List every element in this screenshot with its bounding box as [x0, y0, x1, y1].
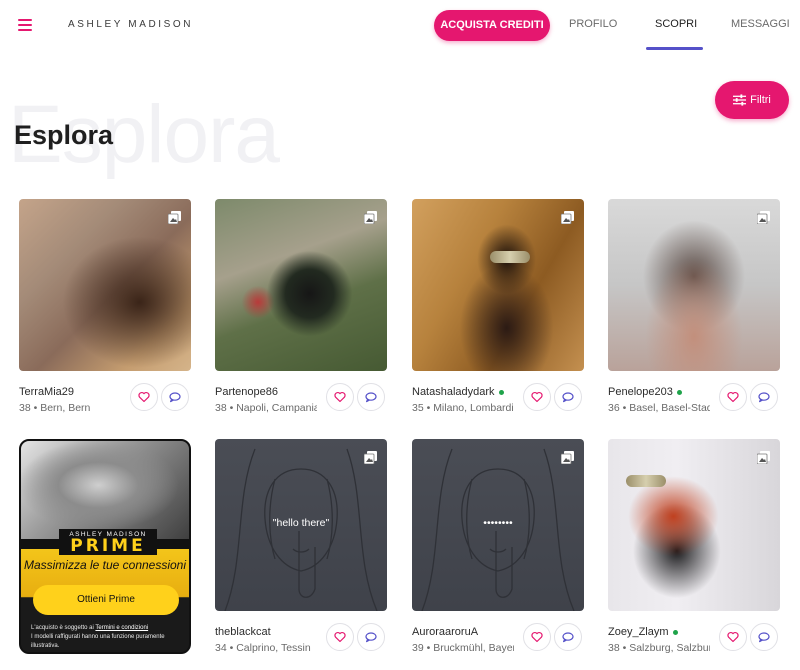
gallery-icon [757, 451, 770, 464]
chat-icon [758, 391, 770, 403]
profile-username[interactable]: AuroraaroruA [412, 626, 478, 638]
prime-heading: Massimizza le tue connessioni [23, 558, 187, 572]
profile-photo-placeholder[interactable]: •••••••• [412, 439, 584, 611]
profile-photo[interactable] [215, 199, 387, 371]
profile-username[interactable]: theblackcat [215, 626, 271, 638]
gallery-icon [364, 211, 377, 224]
profile-card: •••••••• AuroraaroruA 39 • Bruckmühl, Ba… [412, 439, 584, 654]
profile-username[interactable]: Penelope203 [608, 386, 682, 398]
gallery-icon [364, 451, 377, 464]
gallery-icon [561, 451, 574, 464]
profile-age-location: 38 • Napoli, Campania [215, 402, 317, 414]
chat-icon [562, 391, 574, 403]
terms-link[interactable]: Termini e condizioni [95, 625, 148, 631]
profile-photo[interactable] [412, 199, 584, 371]
profile-age-location: 38 • Salzburg, Salzburg [608, 642, 710, 654]
profile-username[interactable]: Zoey_Zlaym [608, 626, 678, 638]
fine-print-prefix: L'acquisto è soggetto ai [31, 625, 94, 631]
heart-icon [727, 391, 739, 403]
profile-photo-placeholder[interactable]: "hello there" [215, 439, 387, 611]
prime-fine-print: L'acquisto è soggetto ai Termini e condi… [31, 624, 181, 651]
profile-username-text: Natashaladydark [412, 386, 495, 398]
masquerade-mask [490, 251, 530, 263]
profile-card: TerraMia29 38 • Bern, Bern [19, 199, 191, 414]
profile-card: Zoey_Zlaym 38 • Salzburg, Salzburg [608, 439, 780, 654]
heart-icon [138, 391, 150, 403]
profile-card: "hello there" theblackcat 34 • Calprino,… [215, 439, 387, 654]
like-button[interactable] [719, 623, 747, 651]
nav-item-scopri[interactable]: SCOPRI [655, 18, 697, 30]
online-indicator [498, 389, 504, 395]
gallery-icon [561, 211, 574, 224]
profile-photo[interactable] [608, 199, 780, 371]
gallery-icon [757, 211, 770, 224]
heart-icon [334, 391, 346, 403]
filters-button[interactable]: Filtri [715, 81, 789, 119]
like-button[interactable] [326, 623, 354, 651]
message-button[interactable] [554, 383, 582, 411]
heart-icon [334, 631, 346, 643]
message-button[interactable] [357, 383, 385, 411]
buy-credits-button[interactable]: ACQUISTA CREDITI [434, 10, 550, 41]
chat-icon [365, 631, 377, 643]
top-nav-bar: ASHLEY MADISON ACQUISTA CREDITI PROFILO … [0, 0, 800, 52]
chat-icon [562, 631, 574, 643]
chat-icon [169, 391, 181, 403]
profile-card: Partenope86 38 • Napoli, Campania [215, 199, 387, 414]
gallery-icon [168, 211, 181, 224]
message-button[interactable] [750, 623, 778, 651]
profile-username[interactable]: Natashaladydark [412, 386, 504, 398]
like-button[interactable] [326, 383, 354, 411]
brand-logo[interactable]: ASHLEY MADISON [68, 19, 193, 30]
masquerade-mask [626, 475, 666, 487]
like-button[interactable] [719, 383, 747, 411]
profile-photo[interactable] [608, 439, 780, 611]
profile-age-location: 38 • Bern, Bern [19, 402, 91, 414]
sliders-icon [733, 94, 747, 106]
like-button[interactable] [523, 383, 551, 411]
profile-username-text: Penelope203 [608, 386, 673, 398]
profile-age-location: 35 • Milano, Lombardia [412, 402, 514, 414]
profile-card: Natashaladydark 35 • Milano, Lombardia [412, 199, 584, 414]
nav-item-messaggi[interactable]: MESSAGGI [731, 18, 790, 30]
prime-badge: PRIME [59, 537, 157, 555]
profile-caption: •••••••• [483, 517, 513, 529]
prime-promo-photo [21, 441, 189, 539]
message-button[interactable] [357, 623, 385, 651]
profile-card: Penelope203 36 • Basel, Basel-Stadt [608, 199, 780, 414]
online-indicator [676, 389, 682, 395]
prime-promo-card: ASHLEY MADISON PRIME Massimizza le tue c… [19, 439, 191, 654]
hamburger-icon[interactable] [18, 19, 32, 31]
profile-username-text: Zoey_Zlaym [608, 626, 669, 638]
chat-icon [758, 631, 770, 643]
heart-icon [531, 631, 543, 643]
profile-username[interactable]: TerraMia29 [19, 386, 74, 398]
like-button[interactable] [523, 623, 551, 651]
profile-age-location: 34 • Calprino, Tessin [215, 642, 311, 654]
get-prime-button[interactable]: Ottieni Prime [33, 585, 179, 615]
online-indicator [672, 629, 678, 635]
message-button[interactable] [750, 383, 778, 411]
profile-username[interactable]: Partenope86 [215, 386, 278, 398]
chat-icon [365, 391, 377, 403]
profile-age-location: 36 • Basel, Basel-Stadt [608, 402, 710, 414]
active-nav-indicator [646, 47, 703, 50]
profile-age-location: 39 • Bruckmühl, Bayern [412, 642, 514, 654]
fine-print-disclaimer: I modelli raffigurati hanno una funzione… [31, 634, 165, 649]
like-button[interactable] [130, 383, 158, 411]
message-button[interactable] [554, 623, 582, 651]
page-title: Esplora [14, 120, 114, 150]
message-button[interactable] [161, 383, 189, 411]
filters-button-label: Filtri [750, 94, 771, 106]
heart-icon [531, 391, 543, 403]
heart-icon [727, 631, 739, 643]
nav-item-profilo[interactable]: PROFILO [569, 18, 617, 30]
profile-photo[interactable] [19, 199, 191, 371]
profile-caption: "hello there" [272, 517, 330, 529]
